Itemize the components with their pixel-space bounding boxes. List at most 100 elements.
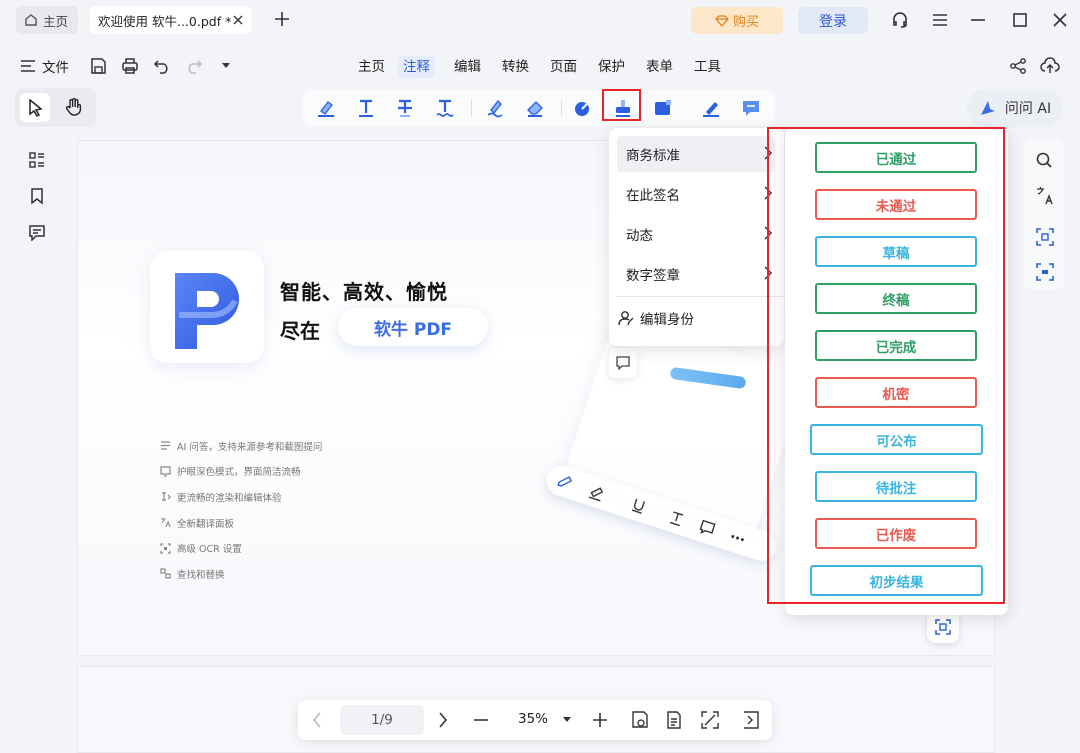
stamp-final[interactable]: 终稿 [815,283,977,314]
user-icon [618,311,634,326]
tab-document[interactable]: 欢迎使用 软牛...0.pdf * [90,6,251,34]
menu-bar: 文件 主页 注释 编辑 转换 页面 保护 表单 工具 [0,46,1080,86]
previous-page-icon[interactable] [312,712,322,728]
underline-icon [631,498,645,514]
translate-small-icon [161,518,171,528]
undo-icon[interactable] [153,57,171,75]
exit-presentation-icon[interactable] [741,710,761,730]
squiggly-icon[interactable] [435,98,455,118]
menu-page[interactable]: 页面 [545,56,582,78]
ocr-icon[interactable] [1035,262,1055,282]
file-menu[interactable]: 文件 [20,56,69,76]
headset-icon[interactable] [890,10,910,30]
quick-access-dropdown-icon[interactable] [221,63,231,69]
shape-icon[interactable] [573,98,593,118]
stamp-category-business[interactable]: 商务标准 [617,136,775,172]
thumbnails-icon[interactable] [28,151,46,169]
p-logo-icon [175,273,239,349]
bookmark-icon[interactable] [29,187,45,205]
stamp-category-dynamic[interactable]: 动态 [617,216,775,252]
hand-tool-icon[interactable] [65,98,83,117]
menu-tools[interactable]: 工具 [689,56,726,78]
feature-item: AI 问答，支持来源参考和截图提问 [160,433,322,459]
highlight-icon[interactable] [316,98,336,118]
maximize-icon[interactable] [1010,10,1030,30]
text-cursor-icon [162,492,171,502]
page-view-icon[interactable] [665,710,683,730]
edit-identity-item[interactable]: 编辑身份 [618,308,694,328]
close-tab-icon[interactable] [233,15,243,25]
tab-home[interactable]: 主页 [16,6,78,34]
sticky-note-icon[interactable] [653,98,673,118]
stamp-void[interactable]: 已作废 [815,518,977,549]
menu-home[interactable]: 主页 [353,56,390,78]
strikethrough-icon[interactable] [395,98,415,118]
crop-capture-icon[interactable] [1035,227,1055,247]
save-icon[interactable] [89,57,107,75]
stamp-approved[interactable]: 已通过 [815,142,977,173]
page-number-field[interactable]: 1/9 [340,705,424,735]
view-mode-icon[interactable] [630,710,650,730]
pointer-tools [15,88,96,127]
redo-icon[interactable] [185,57,203,75]
hero-subtitle: 尽在 [280,319,320,343]
edit-icon [557,476,573,487]
text-box-icon [669,511,684,527]
menu-divider [617,296,783,297]
text-underline-icon[interactable] [356,98,376,118]
eraser-icon[interactable] [525,98,545,118]
stamp-for-public-release[interactable]: 可公布 [810,424,983,455]
stamp-for-comment[interactable]: 待批注 [815,471,977,502]
minimize-icon[interactable] [968,10,988,30]
stamp-preliminary-results[interactable]: 初步结果 [810,565,983,596]
feature-item: 查找和替换 [160,561,322,587]
zoom-level[interactable]: 35% [518,711,548,727]
fullscreen-icon[interactable] [700,710,720,730]
tab-document-label: 欢迎使用 软牛...0.pdf * [98,13,232,29]
ocr-small-icon [160,543,171,554]
signature-icon[interactable] [701,98,721,118]
zoom-in-icon[interactable] [592,712,608,728]
menu-form[interactable]: 表单 [641,56,678,78]
menu-convert[interactable]: 转换 [497,56,534,78]
zoom-out-icon[interactable] [473,713,489,727]
menu-protect[interactable]: 保护 [593,56,630,78]
login-button[interactable]: 登录 [798,7,868,34]
feature-list: AI 问答，支持来源参考和截图提问 护眼深色模式，界面简洁流畅 更流畅的渲染和编… [160,433,322,587]
stamp-not-approved[interactable]: 未通过 [815,189,977,220]
search-icon[interactable] [1035,151,1053,169]
menu-annotate[interactable]: 注释 [398,56,435,78]
feature-item: 护眼深色模式，界面简洁流畅 [160,459,322,485]
monitor-icon [160,466,171,477]
zoom-dropdown-icon[interactable] [563,717,571,723]
ask-ai-button[interactable]: 问问 AI [967,89,1063,127]
menu-edit[interactable]: 编辑 [449,56,486,78]
stamp-draft[interactable]: 草稿 [815,236,977,267]
stamp-category-sign-here[interactable]: 在此签名 [617,176,775,212]
feature-item: 高级 OCR 设置 [160,535,322,561]
next-page-icon[interactable] [438,712,448,728]
feature-item: 更流畅的渲染和编辑体验 [160,484,322,510]
pen-icon[interactable] [485,98,505,118]
stamp-category-digital-seal[interactable]: 数字签章 [617,256,775,292]
comments-panel-icon[interactable] [28,224,46,241]
home-icon [25,14,37,26]
buy-button[interactable]: 购买 [691,7,783,34]
translate-icon[interactable] [1035,186,1055,206]
menu-icon[interactable] [930,10,950,30]
cloud-upload-icon[interactable] [1040,56,1060,76]
marker-icon [588,487,604,502]
hero-brand-pill: 软牛 PDF [338,308,488,346]
share-icon[interactable] [1009,57,1027,75]
app-logo [150,251,264,363]
right-sidebar [1024,140,1064,290]
ask-ai-label: 问问 AI [1004,101,1052,117]
close-window-icon[interactable] [1050,10,1070,30]
stamp-confidential[interactable]: 机密 [815,377,977,408]
print-icon[interactable] [121,57,139,75]
tab-home-label: 主页 [43,13,69,29]
stamp-completed[interactable]: 已完成 [815,330,977,361]
select-cursor-icon[interactable] [28,99,44,117]
comment-icon[interactable] [741,98,761,118]
new-tab-icon[interactable] [271,8,293,30]
